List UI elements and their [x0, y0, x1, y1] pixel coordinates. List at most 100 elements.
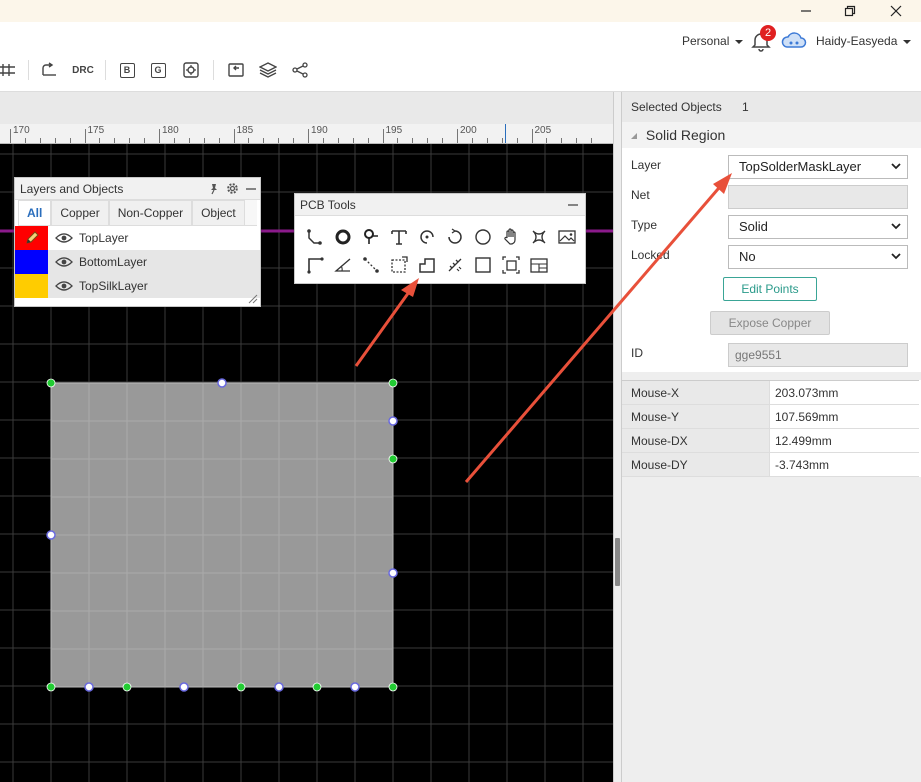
- tab-copper[interactable]: Copper: [51, 200, 109, 225]
- username-label: Haidy-Easyeda: [816, 34, 898, 48]
- share-icon[interactable]: [289, 60, 311, 80]
- close-button[interactable]: [876, 0, 916, 22]
- workspace-dropdown[interactable]: Personal: [682, 34, 743, 48]
- ruler-minor-tick: [99, 138, 101, 143]
- solid-region-tool-icon[interactable]: [416, 254, 438, 276]
- measure-tool-icon[interactable]: [444, 254, 466, 276]
- tab-all[interactable]: All: [18, 200, 52, 225]
- layers-panel-title[interactable]: Layers and Objects: [15, 178, 260, 200]
- pin-icon[interactable]: [208, 183, 220, 195]
- id-field[interactable]: gge9551: [728, 343, 908, 367]
- layer-row-bottomlayer[interactable]: BottomLayer: [15, 250, 260, 274]
- locked-select[interactable]: No: [728, 245, 908, 269]
- midpoint-handle: [388, 568, 398, 578]
- eye-icon[interactable]: [55, 256, 73, 268]
- resize-grip-icon[interactable]: [248, 294, 258, 304]
- restore-button[interactable]: [830, 0, 870, 22]
- region-select-tool-icon[interactable]: [388, 254, 410, 276]
- connect-pad-tool-icon[interactable]: [528, 226, 550, 248]
- ruler-minor-tick: [188, 138, 190, 143]
- dimension-tool-icon[interactable]: [304, 254, 326, 276]
- ruler-minor-tick: [114, 138, 116, 143]
- splitter-handle[interactable]: [615, 538, 620, 586]
- via-tool-icon[interactable]: [360, 226, 382, 248]
- pcb-tools-title[interactable]: PCB Tools: [295, 194, 585, 216]
- minimize-icon: [801, 10, 811, 12]
- expose-copper-button[interactable]: Expose Copper: [710, 311, 830, 335]
- eye-icon[interactable]: [55, 280, 73, 292]
- eye-icon[interactable]: [55, 232, 73, 244]
- layer-color-swatch[interactable]: [15, 250, 48, 274]
- arc-tool-icon[interactable]: [416, 226, 438, 248]
- table-tool-icon[interactable]: [528, 254, 550, 276]
- minimize-icon[interactable]: [245, 183, 257, 195]
- angle-tool-icon[interactable]: [332, 254, 354, 276]
- circle-tool-icon[interactable]: [472, 226, 494, 248]
- drc-button[interactable]: DRC: [70, 60, 96, 80]
- layer-row-topsilklayer[interactable]: TopSilkLayer: [15, 274, 260, 298]
- ruler-minor-tick: [427, 138, 429, 143]
- net-label: Net: [631, 188, 650, 202]
- hand-tool-icon[interactable]: [500, 226, 522, 248]
- section-header[interactable]: Solid Region: [622, 122, 921, 148]
- notification-badge: 2: [760, 25, 776, 41]
- ruler-minor-tick: [367, 138, 369, 143]
- ruler-minor-tick: [54, 138, 56, 143]
- tab-object[interactable]: Object: [192, 200, 245, 225]
- tab-non-copper[interactable]: Non-Copper: [108, 200, 193, 225]
- layers-tabs: All Copper Non-Copper Object: [18, 200, 257, 226]
- vertex-handle: [236, 682, 246, 692]
- mouse-info-table: Mouse-X 203.073mm Mouse-Y 107.569mm Mous…: [622, 380, 919, 477]
- id-label: ID: [631, 346, 643, 360]
- ruler-minor-tick: [129, 138, 131, 143]
- board-g-button[interactable]: G: [147, 60, 169, 80]
- ruler-minor-tick: [442, 138, 444, 143]
- minimize-button[interactable]: [786, 0, 826, 22]
- midpoint-handle: [179, 682, 189, 692]
- track-tool-icon[interactable]: [304, 226, 326, 248]
- gear-icon[interactable]: [226, 182, 239, 195]
- target-icon[interactable]: [180, 60, 202, 80]
- group-tool-icon[interactable]: [500, 254, 522, 276]
- ruler-minor-tick: [471, 138, 473, 143]
- pcb-tools-panel: PCB Tools: [294, 193, 586, 284]
- type-select[interactable]: Solid: [728, 215, 908, 239]
- layer-color-swatch[interactable]: [15, 274, 48, 298]
- chevron-down-icon: [891, 223, 901, 230]
- section-title: Solid Region: [645, 127, 726, 143]
- rectangle-tool-icon[interactable]: [472, 254, 494, 276]
- ruler-minor-tick: [561, 138, 563, 143]
- edit-points-button[interactable]: Edit Points: [723, 277, 817, 301]
- cloud-icon[interactable]: [781, 30, 807, 52]
- grid-tool-icon[interactable]: [0, 60, 18, 80]
- layer-select[interactable]: TopSolderMaskLayer: [728, 155, 908, 179]
- minimize-icon[interactable]: [567, 199, 579, 211]
- import-icon[interactable]: [225, 60, 247, 80]
- vertex-handle: [388, 454, 398, 464]
- image-tool-icon[interactable]: [556, 226, 578, 248]
- board-b-button[interactable]: B: [116, 60, 138, 80]
- layers-icon[interactable]: [257, 60, 279, 80]
- layer-color-swatch[interactable]: [15, 226, 48, 250]
- ruler-minor-tick: [322, 138, 324, 143]
- ruler-minor-tick: [203, 138, 205, 143]
- ruler-major-tick: [457, 129, 458, 143]
- panel-splitter[interactable]: [613, 92, 622, 782]
- ruler-minor-tick: [352, 138, 354, 143]
- user-menu[interactable]: Haidy-Easyeda: [816, 34, 911, 48]
- pad-tool-icon[interactable]: [332, 226, 354, 248]
- net-field[interactable]: [728, 185, 908, 209]
- layer-name: TopLayer: [79, 231, 129, 245]
- undo-route-icon[interactable]: [38, 60, 60, 80]
- chevron-down-icon: [891, 253, 901, 260]
- horizontal-ruler: 170 175 180 185 190 195 200 205: [0, 124, 613, 144]
- ruler-minor-tick: [173, 138, 175, 143]
- ratline-tool-icon[interactable]: [360, 254, 382, 276]
- ruler-minor-tick: [412, 138, 414, 143]
- ruler-cursor-marker: [505, 124, 506, 143]
- text-tool-icon[interactable]: [388, 226, 410, 248]
- layer-row-toplayer[interactable]: TopLayer: [15, 226, 260, 250]
- ruler-label: 190: [311, 125, 328, 136]
- arc-center-tool-icon[interactable]: [444, 226, 466, 248]
- ruler-minor-tick: [278, 138, 280, 143]
